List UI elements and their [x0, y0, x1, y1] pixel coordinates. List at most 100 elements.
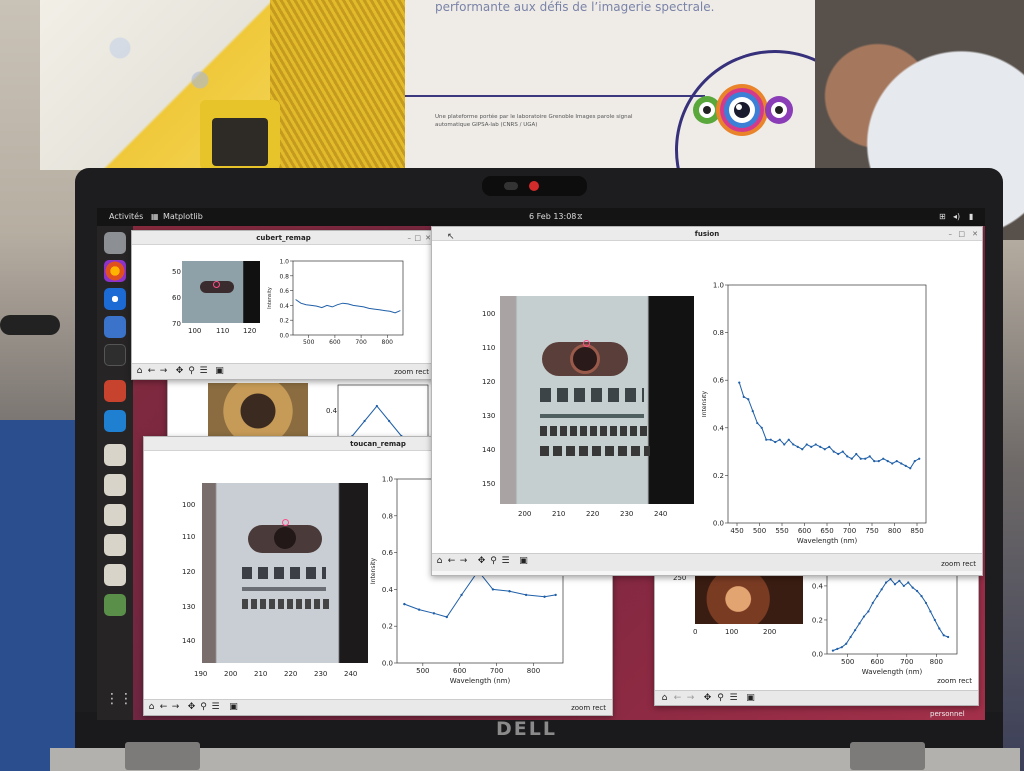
- data-point: [841, 450, 844, 453]
- configure-icon[interactable]: ☰: [198, 366, 209, 377]
- back-icon[interactable]: ←: [446, 556, 457, 567]
- clock[interactable]: 6 Feb 13:08: [529, 212, 576, 221]
- configure-icon[interactable]: ☰: [210, 702, 221, 713]
- maximize-icon[interactable]: □: [958, 227, 965, 241]
- series-line: [738, 382, 920, 469]
- data-point: [913, 460, 916, 463]
- forward-icon[interactable]: →: [170, 702, 181, 713]
- home-icon[interactable]: ⌂: [146, 702, 157, 713]
- ytick-label: 0.8: [713, 329, 724, 337]
- data-point: [920, 595, 923, 598]
- zoom-icon[interactable]: ⚲: [198, 702, 209, 713]
- forward-icon[interactable]: →: [158, 366, 169, 377]
- data-point: [432, 612, 436, 615]
- maximize-icon[interactable]: □: [414, 231, 421, 245]
- trash-icon[interactable]: [104, 594, 126, 616]
- configure-icon[interactable]: ☰: [500, 556, 511, 567]
- zoom-icon[interactable]: ⚲: [488, 556, 499, 567]
- xtick-label: 800: [527, 667, 540, 675]
- zoom-icon[interactable]: ⚲: [186, 366, 197, 377]
- yellow-device: [200, 100, 280, 170]
- python-icon[interactable]: [104, 504, 126, 526]
- data-point: [916, 589, 919, 593]
- desktop-folder-label[interactable]: personnel: [930, 710, 965, 718]
- writer-icon[interactable]: [104, 316, 126, 338]
- image-axes-fusion: 100 110 120 130 140 150 200 210 220 230 …: [482, 310, 667, 518]
- pan-icon[interactable]: ✥: [174, 366, 185, 377]
- window-titlebar[interactable]: fusion – □ ✕: [432, 227, 982, 241]
- back-icon[interactable]: ←: [146, 366, 157, 377]
- save-icon[interactable]: ▣: [228, 702, 239, 713]
- data-point: [460, 593, 463, 597]
- home-icon[interactable]: ⌂: [134, 366, 145, 377]
- xtick-label: 850: [910, 527, 923, 535]
- back-icon[interactable]: ←: [672, 693, 683, 704]
- series-line: [351, 405, 402, 437]
- configure-icon[interactable]: ☰: [728, 693, 739, 704]
- python-icon[interactable]: [104, 444, 126, 466]
- pan-icon[interactable]: ✥: [476, 556, 487, 567]
- python-icon[interactable]: [104, 534, 126, 556]
- pan-icon[interactable]: ✥: [702, 693, 713, 704]
- media-icon[interactable]: [104, 380, 126, 402]
- data-point: [864, 457, 867, 460]
- files-icon[interactable]: [104, 232, 126, 254]
- data-point: [403, 602, 406, 606]
- xtick-label: 120: [243, 327, 256, 335]
- activities-button[interactable]: Activités: [109, 212, 143, 221]
- rainbow-eye-logo: [693, 84, 793, 136]
- ytick-label: 60: [172, 294, 181, 302]
- minimize-icon[interactable]: –: [949, 227, 953, 241]
- forward-icon[interactable]: →: [458, 556, 469, 567]
- window-fusion[interactable]: fusion – □ ✕ 100 110 120 130 140 150 200…: [431, 226, 983, 576]
- volume-icon[interactable]: ◂): [953, 212, 960, 221]
- data-point: [929, 610, 932, 613]
- ytick-label: 120: [482, 378, 495, 386]
- battery-icon[interactable]: ▮: [969, 212, 973, 221]
- zoom-mode-label: zoom rect: [394, 368, 429, 376]
- home-icon[interactable]: ⌂: [659, 693, 670, 704]
- forward-icon[interactable]: →: [685, 693, 696, 704]
- gnome-top-bar: Activités ▦ Matplotlib 6 Feb 13:08 ⧖ ⊞ ◂…: [97, 208, 985, 226]
- dock: ⋮⋮: [97, 226, 133, 720]
- data-point: [508, 590, 511, 593]
- ytick-label: 0.0: [279, 333, 289, 340]
- save-icon[interactable]: ▣: [518, 556, 529, 567]
- python-icon[interactable]: [104, 564, 126, 586]
- ytick-label: 100: [182, 501, 195, 509]
- spectrum-plot-cubert: 0.0 0.2 0.4 0.6 0.8 1.0 500 600 700 800 Intensity: [267, 259, 404, 346]
- terminal-icon[interactable]: [104, 344, 126, 366]
- app-menu-label[interactable]: Matplotlib: [163, 212, 203, 221]
- close-icon[interactable]: ✕: [972, 227, 978, 241]
- data-point: [849, 635, 852, 639]
- xtick-label: 240: [344, 670, 357, 678]
- notification-icon[interactable]: ⧖: [577, 212, 583, 222]
- data-point: [796, 445, 799, 448]
- window-back-right[interactable]: 250 0 100 200 0.0 0.2 0.4 500 600 700 800 Wavel…: [654, 571, 979, 706]
- minimize-icon[interactable]: –: [408, 231, 412, 245]
- series-line: [295, 299, 401, 314]
- show-apps-icon[interactable]: ⋮⋮: [105, 691, 133, 711]
- save-icon[interactable]: ▣: [745, 693, 756, 704]
- xtick-label: 220: [586, 510, 599, 518]
- window-titlebar[interactable]: cubert_remap – □ ✕: [132, 231, 435, 245]
- app-menu-icon[interactable]: ▦: [151, 212, 159, 221]
- pan-icon[interactable]: ✥: [186, 702, 197, 713]
- window-cubert-remap[interactable]: cubert_remap – □ ✕ 50 60 70 100 110 120: [131, 230, 436, 380]
- series-line: [404, 570, 556, 618]
- data-point: [543, 595, 546, 598]
- firefox-icon[interactable]: [104, 260, 126, 282]
- data-point: [850, 457, 853, 460]
- network-icon[interactable]: ⊞: [939, 212, 946, 221]
- ytick-label: 1.0: [279, 259, 289, 266]
- home-icon[interactable]: ⌂: [434, 556, 445, 567]
- data-point: [814, 443, 817, 446]
- xtick-label: 450: [730, 527, 743, 535]
- python-icon[interactable]: [104, 474, 126, 496]
- thunderbird-icon[interactable]: [104, 288, 126, 310]
- back-icon[interactable]: ←: [158, 702, 169, 713]
- ytick-label: 70: [172, 320, 181, 328]
- vscode-icon[interactable]: [104, 410, 126, 432]
- zoom-icon[interactable]: ⚲: [715, 693, 726, 704]
- save-icon[interactable]: ▣: [214, 366, 225, 377]
